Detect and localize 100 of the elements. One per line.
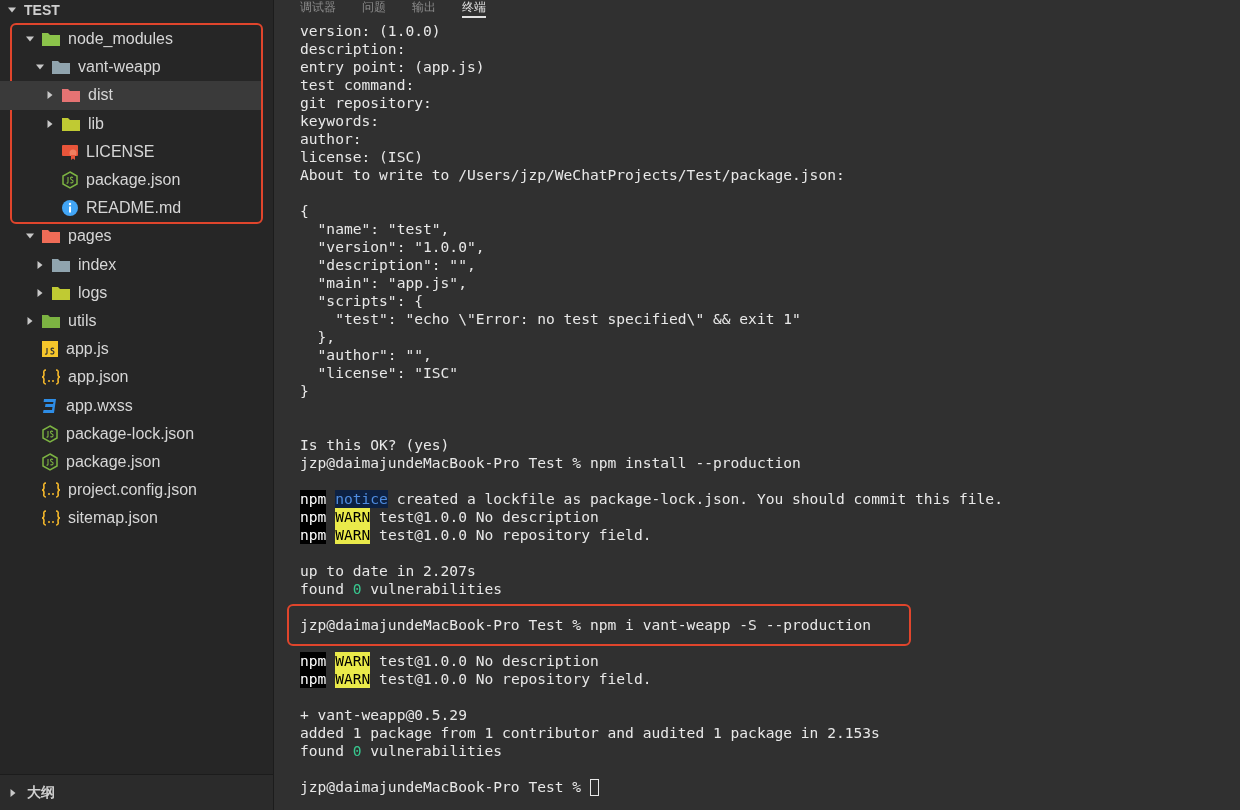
item-label: project.config.json (68, 480, 197, 501)
terminal-line: jzp@daimajundeMacBook-Pro Test % npm i vant-weapp -S --production (300, 616, 872, 634)
caret-icon[interactable] (9, 788, 17, 797)
terminal-line: "license": "ISC" (316, 364, 459, 382)
terminal-line: + vant-weapp@0.5.29 (300, 706, 467, 724)
caret-icon[interactable] (46, 91, 54, 100)
nodejs-icon (41, 452, 59, 471)
warn-tag: WARN (335, 526, 371, 544)
project-title: TEST (24, 0, 60, 20)
terminal-line: description: (300, 40, 406, 58)
caret-icon[interactable] (46, 119, 54, 128)
tree-item[interactable]: app.wxss (0, 391, 273, 420)
terminal-text: test@1.0.0 No repository field. (379, 670, 652, 688)
caret-icon[interactable] (26, 35, 34, 44)
tree-item[interactable]: project.config.json (0, 476, 273, 505)
item-label: package.json (86, 170, 181, 191)
tree-item[interactable]: lib (0, 109, 261, 138)
terminal-line: keywords: (300, 112, 380, 130)
caret-icon[interactable] (36, 288, 44, 297)
tree-item[interactable]: index (0, 250, 273, 279)
terminal-line: "scripts": { (316, 292, 423, 310)
terminal-line: "author": "", (316, 346, 432, 364)
braces-icon (41, 481, 61, 500)
tree-item[interactable]: sitemap.json (0, 504, 273, 533)
caret-icon[interactable] (26, 232, 34, 241)
section-header[interactable]: 大纲 (0, 774, 273, 810)
caret-icon[interactable] (36, 63, 44, 72)
item-label: vant-weapp (78, 57, 161, 78)
certificate-icon (61, 142, 79, 161)
item-label: package.json (66, 451, 161, 472)
braces-icon (41, 509, 61, 528)
terminal-line: added 1 package from 1 contributor and audited 1 package in 2.153s (300, 724, 880, 742)
braces-icon (41, 368, 61, 387)
terminal-line: About to write to /Users/jzp/WeChatProjects/Test/package.json: (300, 166, 845, 184)
section-header[interactable]: TEST (0, 0, 273, 20)
tree-item[interactable]: app.json (0, 363, 273, 392)
item-label: LICENSE (86, 141, 155, 162)
caret-icon[interactable] (8, 6, 16, 14)
terminal-text: found (300, 742, 344, 760)
panel-tab[interactable]: 调试器 (300, 0, 336, 18)
terminal-text: vulnerabilities (370, 580, 503, 598)
terminal-text: test@1.0.0 No description (379, 508, 599, 526)
tree-item[interactable]: LICENSE (0, 137, 261, 166)
nodejs-icon (41, 424, 59, 443)
item-label: index (78, 254, 117, 275)
tree-item[interactable]: README.md (0, 194, 261, 223)
item-label: app.js (66, 339, 109, 360)
terminal-line: license: (ISC) (300, 148, 423, 166)
npm-label: npm (300, 508, 327, 526)
tree-item[interactable]: package-lock.json (0, 419, 273, 448)
terminal-text: created a lockfile as package-lock.json. You should commit this file. (396, 490, 1003, 508)
outline-title: 大纲 (27, 783, 55, 802)
npm-label: npm (300, 652, 327, 670)
npm-label: npm (300, 670, 327, 688)
terminal-line: { (300, 202, 309, 220)
terminal-line: } (300, 382, 309, 400)
tree-item[interactable]: package.json (0, 447, 273, 476)
tree-item[interactable]: pages (0, 222, 273, 251)
panel-tab[interactable]: 问题 (362, 0, 386, 18)
tree-item[interactable]: utils (0, 306, 273, 336)
count-text: 0 (352, 742, 362, 760)
terminal-text: found (300, 580, 344, 598)
item-label: pages (68, 226, 112, 247)
caret-icon[interactable] (36, 260, 44, 269)
item-label: dist (88, 85, 113, 106)
terminal-line: "test": "echo \"Error: no test specified\" && exit 1" (334, 310, 801, 328)
terminal-line: "name": "test", (316, 220, 450, 238)
caret-icon[interactable] (26, 316, 34, 325)
tree-item[interactable]: app.js (0, 335, 273, 364)
terminal-line: jzp@daimajundeMacBook-Pro Test % (300, 778, 582, 796)
terminal-text: test@1.0.0 No repository field. (379, 526, 652, 544)
terminal-line: "description": "", (316, 256, 476, 274)
terminal-line: jzp@daimajundeMacBook-Pro Test % npm install --production (300, 454, 801, 472)
css-icon (41, 396, 59, 415)
terminal-line: version: (1.0.0) (300, 22, 441, 40)
terminal-line: Is this OK? (yes) (300, 436, 450, 454)
terminal-line: up to date in 2.207s (300, 562, 476, 580)
terminal-text: test@1.0.0 No description (379, 652, 599, 670)
warn-tag: WARN (335, 652, 371, 670)
item-label: sitemap.json (68, 508, 158, 529)
nodejs-icon (61, 171, 79, 190)
npm-label: npm (300, 490, 327, 508)
panel-tab[interactable]: 终端 (462, 0, 486, 18)
terminal-text: vulnerabilities (370, 742, 503, 760)
item-label: app.json (68, 367, 129, 388)
terminal-line: git repository: (300, 94, 432, 112)
tree-item[interactable]: node_modules (0, 25, 261, 54)
terminal-line: "version": "1.0.0", (316, 238, 485, 256)
tree-item[interactable]: package.json (0, 165, 261, 195)
panel-tab[interactable]: 输出 (412, 0, 436, 18)
js-file-icon (41, 340, 59, 359)
tree-item[interactable]: dist (0, 81, 261, 110)
terminal-line: entry point: (app.js) (300, 58, 485, 76)
tree-item[interactable]: logs (0, 278, 273, 307)
tree-item[interactable]: vant-weapp (0, 53, 261, 82)
terminal-line: author: (300, 130, 362, 148)
item-label: lib (88, 113, 104, 134)
item-label: app.wxss (66, 395, 133, 416)
count-text: 0 (352, 580, 362, 598)
info-icon (61, 199, 79, 218)
